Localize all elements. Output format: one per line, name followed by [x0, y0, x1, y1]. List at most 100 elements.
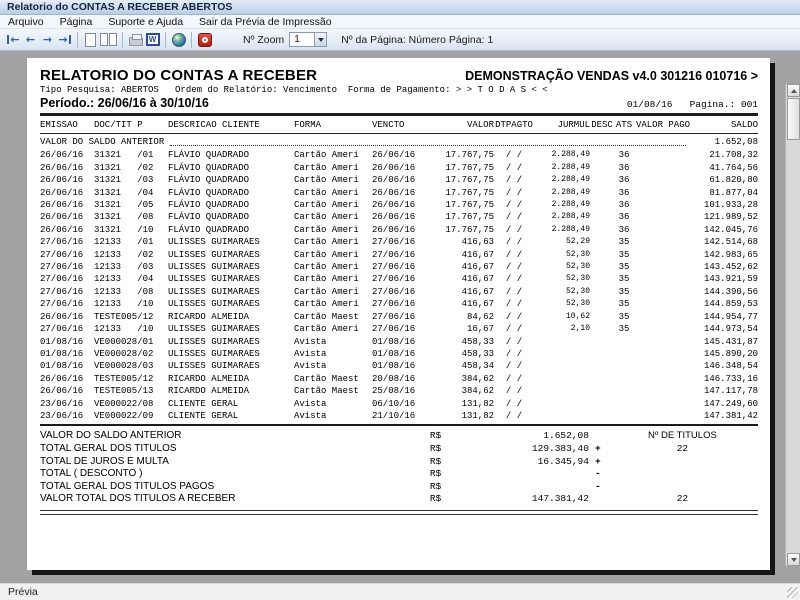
internet-button[interactable] — [171, 31, 186, 49]
vertical-scrollbar[interactable] — [785, 84, 800, 566]
report-company: DEMONSTRAÇÃO VENDAS v4.0 301216 010716 > — [465, 69, 758, 83]
column-header: DOC/TIT P — [94, 119, 168, 134]
next-page-button[interactable]: → — [40, 31, 55, 49]
first-page-button[interactable]: ← — [6, 31, 21, 49]
cell: / / — [494, 162, 534, 174]
scroll-down-button[interactable] — [787, 553, 800, 566]
scrollbar-thumb[interactable] — [787, 98, 800, 140]
column-header: FORMA — [294, 119, 372, 134]
cell: TESTE005/12 — [94, 373, 168, 385]
cell — [634, 211, 690, 223]
cell: 35 — [614, 261, 634, 273]
totals-row: TOTAL ( DESCONTO )R$- — [40, 468, 758, 481]
totals-currency: R$ — [430, 468, 460, 481]
cell — [590, 323, 614, 335]
window-title: Relatorio do CONTAS A RECEBER ABERTOS — [7, 1, 232, 13]
totals-sign: - — [589, 468, 607, 481]
cell: 147.381,42 — [690, 410, 758, 422]
cell: Cartão Maest — [294, 385, 372, 397]
previous-page-button[interactable]: ← — [23, 31, 38, 49]
cell: 27/06/16 — [372, 298, 428, 310]
cell: VE000022/09 — [94, 410, 168, 422]
cell: 35 — [614, 236, 634, 248]
cell: ULISSES GUIMARAES — [168, 360, 294, 372]
cell: 31321 /05 — [94, 199, 168, 211]
cell: 36 — [614, 211, 634, 223]
last-page-button[interactable]: → — [57, 31, 72, 49]
cell: 01/08/16 — [372, 360, 428, 372]
cell: 416,67 — [428, 273, 494, 285]
cell — [590, 385, 614, 397]
two-page-view-button[interactable] — [100, 31, 117, 49]
table-row: 26/06/1631321 /03FLÁVIO QUADRADOCartão A… — [40, 174, 758, 186]
totals-row: TOTAL DE JUROS E MULTAR$16.345,94+ — [40, 456, 758, 469]
cell: FLÁVIO QUADRADO — [168, 211, 294, 223]
cell — [534, 360, 590, 372]
cell — [590, 261, 614, 273]
zoom-select[interactable]: 1 — [289, 32, 327, 47]
cell: / / — [494, 273, 534, 285]
triangle-down-icon — [791, 558, 797, 562]
word-icon: W — [146, 33, 160, 46]
cell: / / — [494, 149, 534, 161]
cell — [590, 298, 614, 310]
cell: TESTE005/13 — [94, 385, 168, 397]
scroll-up-button[interactable] — [787, 84, 800, 97]
zoom-dropdown-button[interactable] — [314, 33, 326, 46]
cell: 25/08/16 — [372, 385, 428, 397]
resize-grip[interactable] — [787, 587, 798, 598]
rule-top — [40, 113, 758, 116]
dotted-leader — [170, 138, 686, 146]
cell: FLÁVIO QUADRADO — [168, 187, 294, 199]
totals-currency: R$ — [430, 430, 460, 443]
cell: Avista — [294, 398, 372, 410]
cell: Cartão Ameri — [294, 199, 372, 211]
close-preview-button[interactable] — [197, 31, 212, 49]
cell: / / — [494, 385, 534, 397]
triangle-up-icon — [791, 89, 797, 93]
cell: 458,33 — [428, 336, 494, 348]
totals-label: TOTAL GERAL DOS TITULOS PAGOS — [40, 481, 430, 494]
table-row: 26/06/16TESTE005/13RICARDO ALMEIDACartão… — [40, 385, 758, 397]
title-bar: Relatorio do CONTAS A RECEBER ABERTOS — [0, 0, 800, 15]
cell: 41.764,56 — [690, 162, 758, 174]
cell: Cartão Ameri — [294, 174, 372, 186]
menu-sair-previa[interactable]: Sair da Prévia de Impressão — [191, 16, 339, 28]
cell: Cartão Ameri — [294, 162, 372, 174]
report-header: RELATORIO DO CONTAS A RECEBER DEMONSTRAÇ… — [40, 67, 758, 84]
toolbar-separator — [165, 32, 166, 48]
cell: 26/06/16 — [40, 149, 94, 161]
one-page-view-button[interactable] — [83, 31, 98, 49]
print-button[interactable] — [128, 31, 143, 49]
cell: 27/06/16 — [372, 286, 428, 298]
table-row: 27/06/1612133 /10ULISSES GUIMARAESCartão… — [40, 323, 758, 335]
cell: 52,30 — [534, 261, 590, 273]
cell: 01/08/16 — [372, 348, 428, 360]
cell: ULISSES GUIMARAES — [168, 286, 294, 298]
cell — [634, 224, 690, 236]
menu-arquivo[interactable]: Arquivo — [0, 16, 52, 28]
totals-currency: R$ — [430, 481, 460, 494]
cell: 12133 /08 — [94, 286, 168, 298]
zoom-value: 1 — [290, 34, 314, 45]
cell: 2.288,49 — [534, 199, 590, 211]
cell: Avista — [294, 410, 372, 422]
cell: / / — [494, 174, 534, 186]
titulos-header: Nº DE TITULOS — [607, 430, 758, 443]
cell: ULISSES GUIMARAES — [168, 249, 294, 261]
export-word-button[interactable]: W — [145, 31, 160, 49]
cell: / / — [494, 323, 534, 335]
cell — [590, 187, 614, 199]
cell: 01/08/16 — [40, 348, 94, 360]
cell: Avista — [294, 348, 372, 360]
cell: 31321 /01 — [94, 149, 168, 161]
column-header: VALOR — [428, 119, 494, 134]
cell: 121.989,52 — [690, 211, 758, 223]
cell — [634, 236, 690, 248]
cell — [534, 398, 590, 410]
cell: / / — [494, 360, 534, 372]
menu-suporte-ajuda[interactable]: Suporte e Ajuda — [100, 16, 191, 28]
menu-pagina[interactable]: Página — [52, 16, 101, 28]
table-row: 26/06/1631321 /02FLÁVIO QUADRADOCartão A… — [40, 162, 758, 174]
cell: 26/06/16 — [40, 162, 94, 174]
